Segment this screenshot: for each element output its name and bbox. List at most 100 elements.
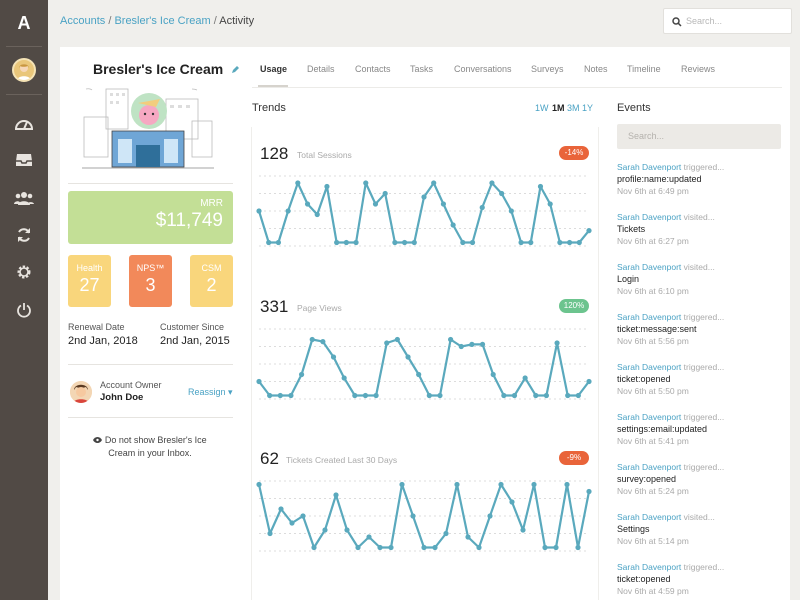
users-icon[interactable] [12,186,36,210]
event-user[interactable]: Sarah Davenport [617,262,681,272]
data-point[interactable] [382,190,388,197]
data-point[interactable] [334,239,340,246]
data-point[interactable] [465,534,471,540]
data-point[interactable] [437,392,443,399]
tab-contacts[interactable]: Contacts [355,64,391,74]
data-point[interactable] [547,201,553,207]
event-item[interactable]: Sarah Davenport triggered... survey:opene… [617,461,782,497]
tab-surveys[interactable]: Surveys [531,64,564,74]
data-point[interactable] [479,204,485,211]
data-point[interactable] [458,343,464,350]
data-point[interactable] [289,520,295,526]
data-point[interactable] [411,239,417,246]
user-avatar[interactable] [12,58,36,82]
event-user[interactable]: Sarah Davenport [617,162,681,172]
data-point[interactable] [479,341,486,347]
data-point[interactable] [533,392,539,399]
data-point[interactable] [469,341,475,347]
edit-icon[interactable] [231,65,240,74]
data-point[interactable] [266,239,272,246]
data-point[interactable] [575,544,581,551]
event-user[interactable]: Sarah Davenport [617,462,681,472]
event-item[interactable]: Sarah Davenport visited... Settings Nov 6t… [617,511,782,547]
settings-icon[interactable] [12,260,36,284]
data-point[interactable] [460,239,466,246]
data-point[interactable] [324,183,330,190]
data-point[interactable] [384,340,390,346]
data-point[interactable] [528,239,534,246]
data-point[interactable] [448,336,454,343]
data-point[interactable] [353,239,359,246]
event-user[interactable]: Sarah Davenport [617,362,681,372]
tab-timeline[interactable]: Timeline [627,64,661,74]
data-point[interactable] [489,180,495,186]
data-point[interactable] [366,534,372,540]
data-point[interactable] [586,488,592,495]
reassign-button[interactable]: Reassign ▾ [188,387,233,398]
data-point[interactable] [554,340,560,346]
data-point[interactable] [426,392,432,399]
data-point[interactable] [392,239,398,246]
data-point[interactable] [586,378,592,385]
data-point[interactable] [275,239,282,246]
data-point[interactable] [405,354,411,360]
data-point[interactable] [564,481,570,488]
event-item[interactable]: Sarah Davenport visited... Tickets Nov 6th… [617,211,782,247]
data-point[interactable] [421,544,427,551]
data-point[interactable] [499,190,505,197]
data-point[interactable] [443,530,449,537]
data-point[interactable] [509,499,515,505]
data-point[interactable] [304,201,311,207]
events-search-input[interactable]: Search... [617,124,781,149]
breadcrumb-account[interactable]: Bresler's Ice Cream [114,15,210,27]
data-point[interactable] [320,339,326,345]
data-point[interactable] [553,544,559,551]
data-point[interactable] [565,392,571,399]
power-icon[interactable] [12,298,36,322]
data-point[interactable] [440,201,447,207]
data-point[interactable] [416,371,422,378]
data-point[interactable] [314,211,320,218]
data-point[interactable] [557,239,563,246]
data-point[interactable] [344,527,350,533]
data-point[interactable] [566,239,573,246]
tab-notes[interactable]: Notes [584,64,608,74]
event-item[interactable]: Sarah Davenport triggered... ticket:opene… [617,561,782,597]
data-point[interactable] [487,513,493,519]
data-point[interactable] [543,392,550,399]
data-point[interactable] [450,222,456,228]
data-point[interactable] [333,492,339,498]
event-item[interactable]: Sarah Davenport triggered... ticket:opene… [617,361,782,397]
data-point[interactable] [432,544,438,551]
data-point[interactable] [537,183,544,190]
data-point[interactable] [522,375,528,381]
data-point[interactable] [372,201,379,207]
range-1y[interactable]: 1Y [582,103,593,113]
event-item[interactable]: Sarah Davenport triggered... ticket:messa… [617,311,782,347]
inbox-toggle[interactable]: Do not show Bresler's Ice Cream in your … [80,434,220,460]
range-3m[interactable]: 3M [567,103,580,113]
range-1w[interactable]: 1W [535,103,549,113]
data-point[interactable] [341,375,347,381]
data-point[interactable] [410,513,416,519]
data-point[interactable] [267,392,273,399]
data-point[interactable] [285,208,291,214]
data-point[interactable] [278,506,284,512]
data-point[interactable] [498,481,504,488]
data-point[interactable] [508,208,514,214]
data-point[interactable] [277,392,283,399]
data-point[interactable] [288,392,294,399]
data-point[interactable] [394,336,400,343]
data-point[interactable] [531,481,537,488]
data-point[interactable] [575,392,581,399]
event-item[interactable]: Sarah Davenport triggered... settings:ema… [617,411,782,447]
event-user[interactable]: Sarah Davenport [617,512,681,522]
data-point[interactable] [295,180,301,186]
data-point[interactable] [309,336,315,343]
data-point[interactable] [511,392,518,399]
data-point[interactable] [476,544,482,551]
event-user[interactable]: Sarah Davenport [617,312,681,322]
tab-details[interactable]: Details [307,64,335,74]
data-point[interactable] [454,481,460,488]
data-point[interactable] [352,392,358,399]
